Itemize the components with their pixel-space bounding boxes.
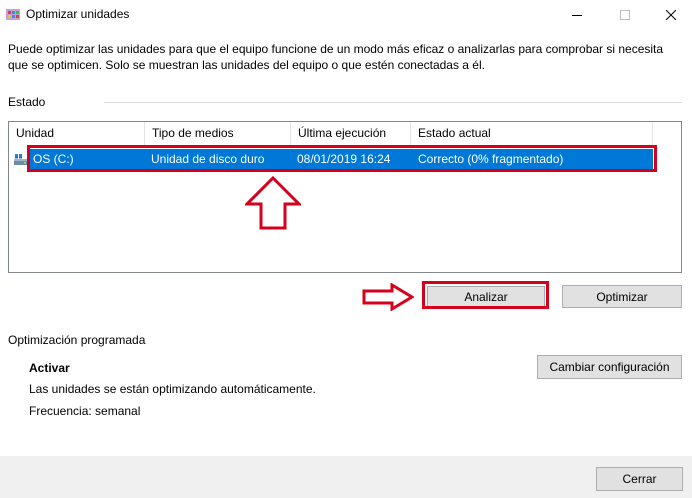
optimize-button[interactable]: Optimizar xyxy=(562,285,682,308)
drives-list[interactable]: Unidad Tipo de medios Última ejecución E… xyxy=(8,121,682,273)
scheduled-info: Las unidades se están optimizando automá… xyxy=(29,382,316,396)
minimize-button[interactable] xyxy=(554,0,600,30)
description-text: Puede optimizar las unidades para que el… xyxy=(8,42,664,72)
maximize-icon xyxy=(620,10,630,20)
status-separator xyxy=(104,102,682,103)
status-section-label: Estado xyxy=(8,95,46,109)
scheduled-section-label: Optimización programada xyxy=(8,333,146,347)
close-window-button[interactable] xyxy=(648,0,692,30)
defrag-app-icon xyxy=(6,9,20,20)
close-icon xyxy=(666,10,676,20)
scheduled-frequency: Frecuencia: semanal xyxy=(29,404,141,418)
column-header-estado[interactable]: Estado actual xyxy=(411,122,653,145)
window-title: Optimizar unidades xyxy=(26,7,130,21)
column-header-tipo[interactable]: Tipo de medios xyxy=(145,122,291,145)
maximize-button[interactable] xyxy=(602,0,648,30)
arrow-up-annotation xyxy=(245,176,301,230)
analyze-button-highlight xyxy=(422,281,549,309)
column-header-ultima[interactable]: Última ejecución xyxy=(291,122,411,145)
column-header-unidad[interactable]: Unidad xyxy=(9,122,145,145)
scheduled-state: Activar xyxy=(29,361,70,375)
close-button[interactable]: Cerrar xyxy=(596,467,683,491)
footer-bar xyxy=(0,456,692,498)
drive-row-highlight xyxy=(27,145,657,172)
minimize-icon xyxy=(572,15,582,16)
title-bar: Optimizar unidades xyxy=(0,0,692,30)
drives-list-header: Unidad Tipo de medios Última ejecución E… xyxy=(9,122,653,145)
change-settings-button[interactable]: Cambiar configuración xyxy=(537,355,682,379)
arrow-right-annotation xyxy=(362,283,414,311)
